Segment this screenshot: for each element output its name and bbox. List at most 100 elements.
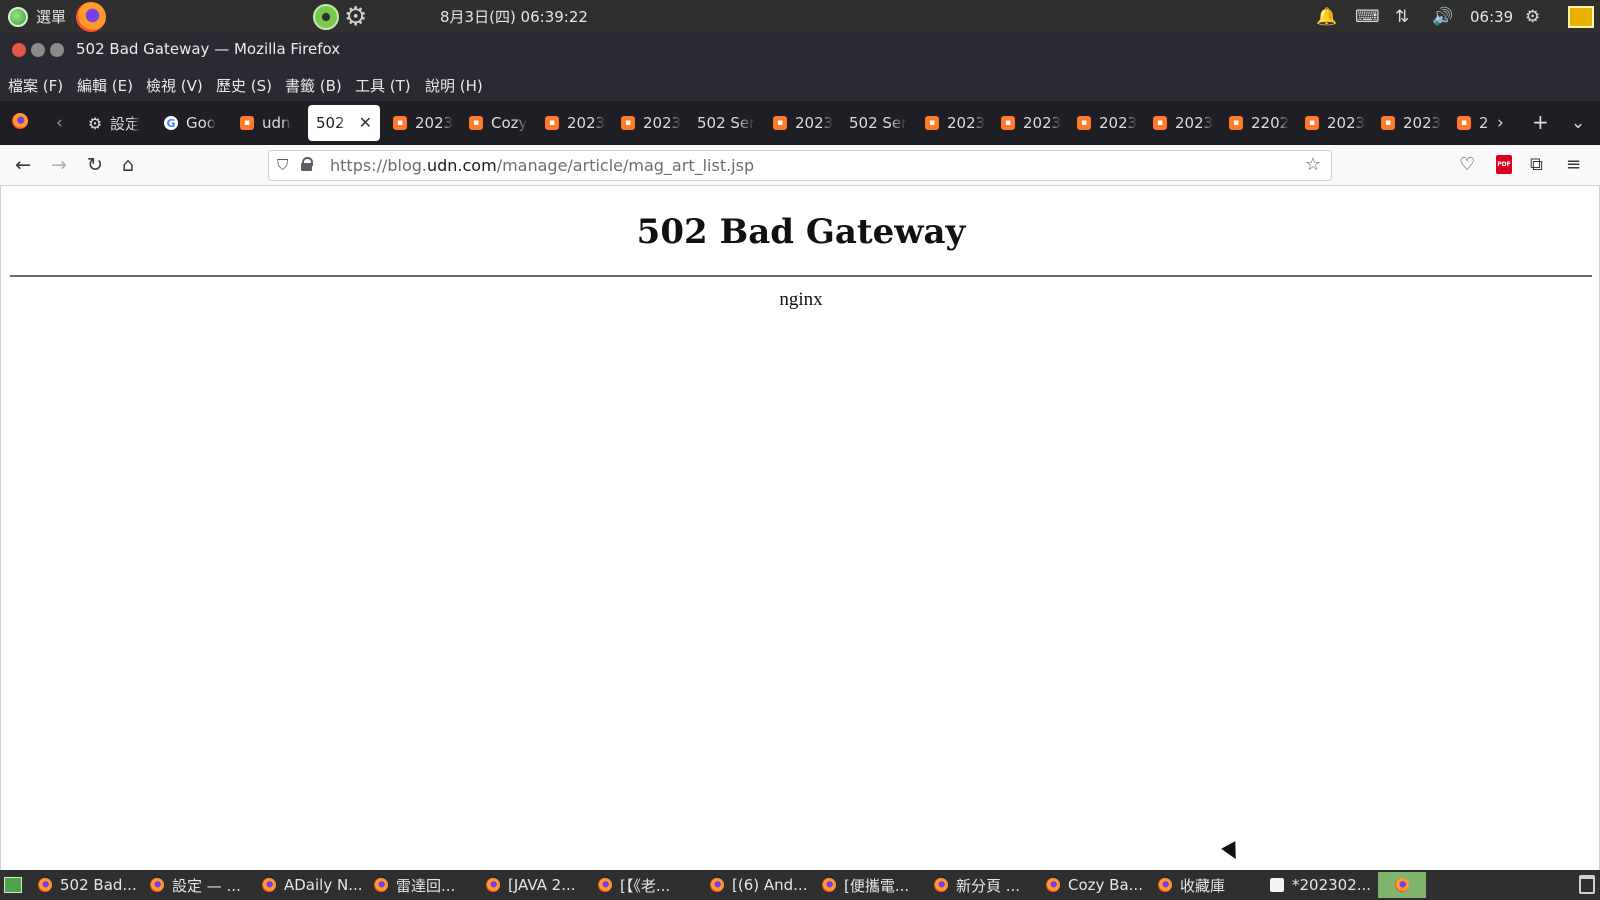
tab-udn[interactable]: 2023 [925, 105, 997, 141]
tab-scroll-right-button[interactable]: › [1497, 113, 1504, 133]
firefox-icon [12, 113, 28, 129]
back-button[interactable]: ← [15, 154, 31, 176]
tab-udn[interactable]: 2023 [621, 105, 693, 141]
home-button[interactable]: ⌂ [122, 154, 134, 176]
window-maximize-button[interactable] [50, 43, 64, 57]
bookmark-star-button[interactable]: ☆ [1305, 154, 1321, 175]
notifications-button[interactable]: 🔔 [1316, 0, 1337, 33]
network-button[interactable]: ⇅ [1395, 0, 1409, 33]
volume-button[interactable]: 🔊 [1432, 0, 1453, 33]
settings-launcher[interactable]: ⚙ [344, 0, 367, 33]
forward-button[interactable]: → [51, 154, 67, 176]
tab-label: 2023 [947, 114, 986, 132]
tab-udn[interactable]: udn [240, 105, 312, 141]
tab-udn[interactable]: 2023 [1153, 105, 1225, 141]
task-item[interactable]: [便攜電... [822, 873, 909, 897]
tab-scroll-left-button[interactable]: ‹ [56, 113, 63, 133]
firefox-icon [598, 878, 612, 892]
task-item[interactable]: [JAVA 2... [486, 873, 576, 897]
address-bar[interactable]: ⛉ https://blog.udn.com/manage/article/ma… [268, 150, 1332, 181]
task-item[interactable]: 新分頁 ... [934, 873, 1020, 897]
tab-udn[interactable]: 2 [1457, 105, 1487, 141]
udn-icon [621, 116, 635, 130]
tab-bar: ‹ ⚙ 設定 G Goo udn 502 B ✕ 2023 Cozy 2023 … [0, 101, 1600, 145]
task-item[interactable]: 設定 — ... [150, 873, 241, 897]
tab-502[interactable]: 502 Ser [697, 105, 769, 141]
tab-close-button[interactable]: ✕ [359, 113, 372, 132]
app-menu-button[interactable]: ≡ [1566, 154, 1581, 175]
tab-udn[interactable]: 2023 [545, 105, 617, 141]
system-settings-button[interactable]: ⚙ [1525, 0, 1540, 33]
tab-google[interactable]: G Goo [164, 105, 236, 141]
firefox-view-button[interactable] [12, 113, 28, 134]
display-button[interactable] [1568, 0, 1594, 33]
task-item[interactable]: [【《老... [598, 873, 670, 897]
gear-icon: ⚙ [1525, 6, 1541, 27]
url-text[interactable]: https://blog.udn.com/manage/article/mag_… [330, 156, 754, 175]
lock-icon[interactable] [301, 157, 313, 171]
tab-udn[interactable]: 2202 [1229, 105, 1301, 141]
task-item[interactable]: ADaily N... [262, 873, 363, 897]
error-heading: 502 Bad Gateway [636, 212, 966, 252]
panel-clock[interactable]: 8月3日(四) 06:39:22 [440, 0, 588, 33]
menu-edit[interactable]: 編輯 (E) [77, 75, 133, 96]
app-menu[interactable]: 選單 [8, 0, 66, 33]
star-icon: ☆ [1304, 154, 1321, 175]
pdf-extension-icon[interactable]: PDF [1496, 155, 1512, 174]
chevron-down-icon: ⌄ [1571, 113, 1586, 133]
menu-view[interactable]: 檢視 (V) [146, 75, 203, 96]
gear-icon: ⚙ [88, 113, 103, 133]
show-desktop-button[interactable] [4, 877, 22, 893]
extensions-button[interactable]: ⧉ [1530, 154, 1543, 175]
tab-502[interactable]: 502 Ser [849, 105, 921, 141]
keyboard-button[interactable]: ⌨ [1355, 0, 1380, 33]
menu-file[interactable]: 檔案 (F) [8, 75, 63, 96]
tab-udn[interactable]: 2023 [1001, 105, 1073, 141]
bell-icon: 🔔 [1316, 6, 1338, 27]
menu-history[interactable]: 歷史 (S) [216, 75, 272, 96]
reload-button[interactable]: ↻ [87, 154, 103, 176]
udn-icon [545, 116, 559, 130]
list-all-tabs-button[interactable]: ⌄ [1571, 113, 1585, 133]
tab-active-502[interactable]: 502 B ✕ [308, 105, 380, 141]
tray-clock[interactable]: 06:39 [1470, 0, 1513, 33]
tracking-protection-shield-icon[interactable]: ⛉ [277, 156, 288, 174]
firefox-icon [374, 878, 388, 892]
tab-udn[interactable]: 2023 [1381, 105, 1453, 141]
ubuntu-launcher[interactable] [313, 0, 339, 33]
tab-udn[interactable]: 2023 [1305, 105, 1377, 141]
udn-icon [925, 116, 939, 130]
udn-icon [1077, 116, 1091, 130]
pocket-button[interactable]: ♡ [1459, 154, 1475, 175]
top-panel: 選單 ⚙ 8月3日(四) 06:39:22 🔔 ⌨ ⇅ 🔊 06:39 ⚙ [0, 0, 1600, 33]
task-item[interactable]: Cozy Ba... [1046, 873, 1143, 897]
udn-icon [1381, 116, 1395, 130]
tab-settings[interactable]: ⚙ 設定 [88, 105, 160, 141]
task-item[interactable]: 502 Bad... [38, 873, 137, 897]
firefox-icon [822, 878, 836, 892]
task-item[interactable]: 雷達回... [374, 873, 455, 897]
window-close-button[interactable] [12, 43, 26, 57]
tab-udn[interactable]: 2023 [393, 105, 465, 141]
window-title-bar[interactable]: 502 Bad Gateway — Mozilla Firefox [0, 33, 1600, 67]
reload-icon: ↻ [87, 154, 103, 176]
task-label: [JAVA 2... [508, 876, 576, 894]
task-item[interactable]: 收藏庫 [1158, 873, 1225, 897]
trash-icon[interactable] [1579, 875, 1595, 894]
firefox-launcher[interactable] [76, 0, 106, 33]
tab-udn[interactable]: Cozy [469, 105, 541, 141]
task-item-active[interactable] [1378, 872, 1426, 898]
task-item[interactable]: *202302... [1270, 873, 1371, 897]
menu-tools[interactable]: 工具 (T) [355, 75, 411, 96]
tab-udn[interactable]: 2023 [773, 105, 845, 141]
home-icon: ⌂ [122, 154, 135, 176]
window-minimize-button[interactable] [31, 43, 45, 57]
tab-udn[interactable]: 2023 [1077, 105, 1149, 141]
arrow-left-icon: ← [15, 154, 31, 176]
horizontal-rule [10, 275, 1592, 277]
task-item[interactable]: [(6) And... [710, 873, 807, 897]
new-tab-button[interactable]: + [1532, 110, 1549, 134]
menu-bookmarks[interactable]: 書籤 (B) [285, 75, 342, 96]
close-icon: ✕ [358, 113, 372, 132]
menu-help[interactable]: 說明 (H) [425, 75, 483, 96]
